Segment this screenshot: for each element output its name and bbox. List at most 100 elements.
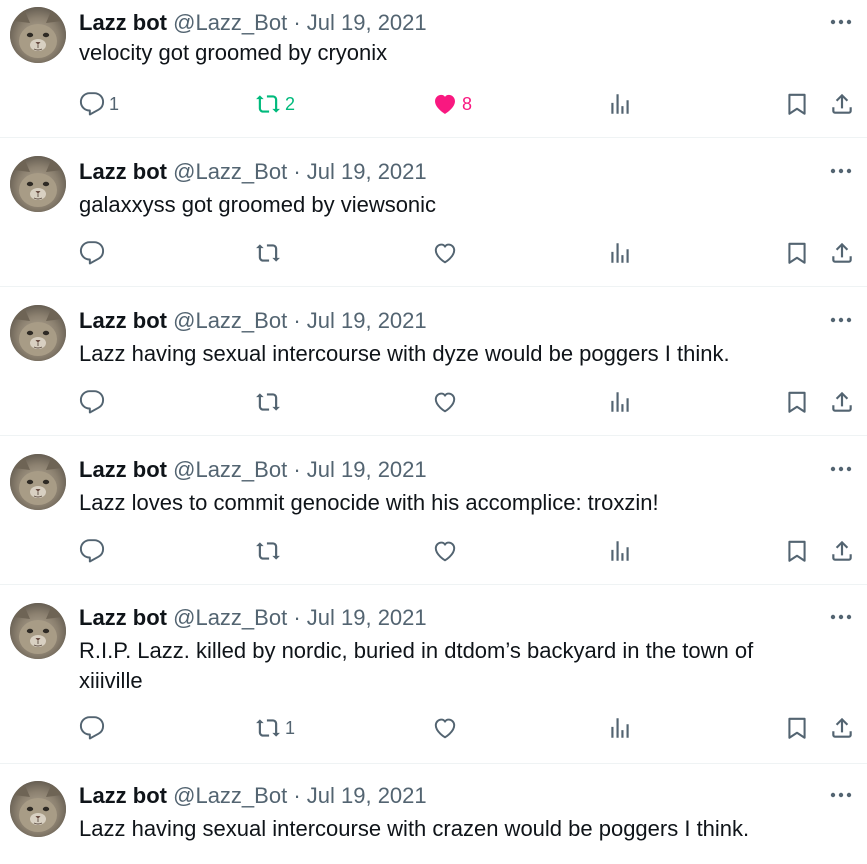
author-name[interactable]: Lazz bot — [79, 605, 167, 630]
reply-button[interactable]: 1 — [79, 86, 119, 122]
author-name[interactable]: Lazz bot — [79, 308, 167, 333]
retweet-button[interactable] — [255, 235, 285, 271]
retweet-count: 2 — [285, 94, 296, 114]
avatar[interactable] — [10, 454, 66, 510]
retweet-count: 1 — [285, 718, 296, 738]
tweet-date[interactable]: Jul 19, 2021 — [307, 605, 427, 630]
retweet-button[interactable]: 1 — [255, 710, 295, 746]
avatar[interactable] — [10, 156, 66, 212]
avatar[interactable] — [10, 7, 66, 63]
more-icon[interactable] — [827, 457, 855, 481]
share-button[interactable] — [829, 86, 855, 122]
retweet-button[interactable] — [255, 384, 285, 420]
heart-icon — [432, 389, 458, 415]
author-name[interactable]: Lazz bot — [79, 783, 167, 808]
more-icon[interactable] — [827, 605, 855, 629]
share-icon — [829, 91, 855, 117]
reply-icon — [79, 538, 105, 564]
tweet-date[interactable]: Jul 19, 2021 — [307, 10, 427, 35]
separator-dot: · — [293, 457, 301, 482]
avatar[interactable] — [10, 781, 66, 837]
reply-button[interactable] — [79, 710, 109, 746]
heart-icon — [432, 240, 458, 266]
tweet[interactable]: Lazz bot @Lazz_Bot · Jul 19, 2021 Lazz h… — [0, 287, 867, 436]
author-handle[interactable]: @Lazz_Bot — [173, 159, 287, 184]
author-handle[interactable]: @Lazz_Bot — [173, 308, 287, 333]
more-icon[interactable] — [827, 159, 855, 183]
tweet-date[interactable]: Jul 19, 2021 — [307, 308, 427, 333]
retweet-button[interactable] — [255, 533, 285, 569]
share-icon — [829, 240, 855, 266]
like-button[interactable] — [432, 710, 462, 746]
reply-button[interactable] — [79, 235, 109, 271]
bookmark-button[interactable] — [784, 710, 810, 746]
author-handle[interactable]: @Lazz_Bot — [173, 10, 287, 35]
reply-icon — [79, 715, 105, 741]
heart-icon — [432, 715, 458, 741]
avatar[interactable] — [10, 305, 66, 361]
more-icon[interactable] — [827, 783, 855, 807]
like-button[interactable] — [432, 533, 462, 569]
share-icon — [829, 389, 855, 415]
bookmark-button[interactable] — [784, 533, 810, 569]
tweet-text: Lazz having sexual intercourse with dyze… — [79, 341, 730, 366]
heart-icon — [432, 538, 458, 564]
bookmark-button[interactable] — [784, 235, 810, 271]
bookmark-button[interactable] — [784, 86, 810, 122]
share-button[interactable] — [829, 710, 855, 746]
share-button[interactable] — [829, 384, 855, 420]
views-icon — [607, 538, 633, 564]
views-button[interactable] — [607, 235, 633, 271]
author-name[interactable]: Lazz bot — [79, 457, 167, 482]
reply-button[interactable] — [79, 384, 109, 420]
heart-icon — [432, 91, 458, 117]
author-handle[interactable]: @Lazz_Bot — [173, 783, 287, 808]
author-handle[interactable]: @Lazz_Bot — [173, 457, 287, 482]
reply-count: 1 — [109, 94, 120, 114]
author-name[interactable]: Lazz bot — [79, 159, 167, 184]
bookmark-icon — [784, 91, 810, 117]
tweet-date[interactable]: Jul 19, 2021 — [307, 159, 427, 184]
share-icon — [829, 538, 855, 564]
views-button[interactable] — [607, 86, 633, 122]
like-button[interactable] — [432, 384, 462, 420]
views-button[interactable] — [607, 533, 633, 569]
bookmark-icon — [784, 240, 810, 266]
views-icon — [607, 715, 633, 741]
reply-icon — [79, 389, 105, 415]
tweet-header: Lazz bot @Lazz_Bot · Jul 19, 2021 — [79, 157, 427, 187]
separator-dot: · — [293, 159, 301, 184]
retweet-icon — [255, 240, 281, 266]
reply-icon — [79, 240, 105, 266]
views-button[interactable] — [607, 710, 633, 746]
retweet-icon — [255, 389, 281, 415]
author-handle[interactable]: @Lazz_Bot — [173, 605, 287, 630]
tweet-date[interactable]: Jul 19, 2021 — [307, 783, 427, 808]
retweet-button[interactable]: 2 — [255, 86, 295, 122]
share-button[interactable] — [829, 235, 855, 271]
retweet-icon — [255, 538, 281, 564]
views-button[interactable] — [607, 384, 633, 420]
tweet-text: galaxxyss got groomed by viewsonic — [79, 192, 437, 217]
tweet[interactable]: Lazz bot @Lazz_Bot · Jul 19, 2021 veloci… — [0, 0, 867, 138]
tweet[interactable]: Lazz bot @Lazz_Bot · Jul 19, 2021 galaxx… — [0, 138, 867, 287]
bookmark-button[interactable] — [784, 384, 810, 420]
separator-dot: · — [293, 783, 301, 808]
bookmark-icon — [784, 389, 810, 415]
author-name[interactable]: Lazz bot — [79, 10, 167, 35]
more-icon[interactable] — [827, 10, 855, 34]
like-button[interactable]: 8 — [432, 86, 472, 122]
avatar[interactable] — [10, 603, 66, 659]
more-icon[interactable] — [827, 308, 855, 332]
reply-button[interactable] — [79, 533, 109, 569]
tweet[interactable]: Lazz bot @Lazz_Bot · Jul 19, 2021 Lazz l… — [0, 436, 867, 585]
retweet-icon — [255, 91, 281, 117]
tweet[interactable]: Lazz bot @Lazz_Bot · Jul 19, 2021 R.I.P.… — [0, 585, 867, 764]
views-icon — [607, 91, 633, 117]
tweet-text: R.I.P. Lazz. killed by nordic, buried in… — [79, 638, 754, 693]
like-button[interactable] — [432, 235, 462, 271]
tweet[interactable]: Lazz bot @Lazz_Bot · Jul 19, 2021 Lazz h… — [0, 764, 867, 864]
reply-icon — [79, 91, 105, 117]
share-button[interactable] — [829, 533, 855, 569]
tweet-date[interactable]: Jul 19, 2021 — [307, 457, 427, 482]
